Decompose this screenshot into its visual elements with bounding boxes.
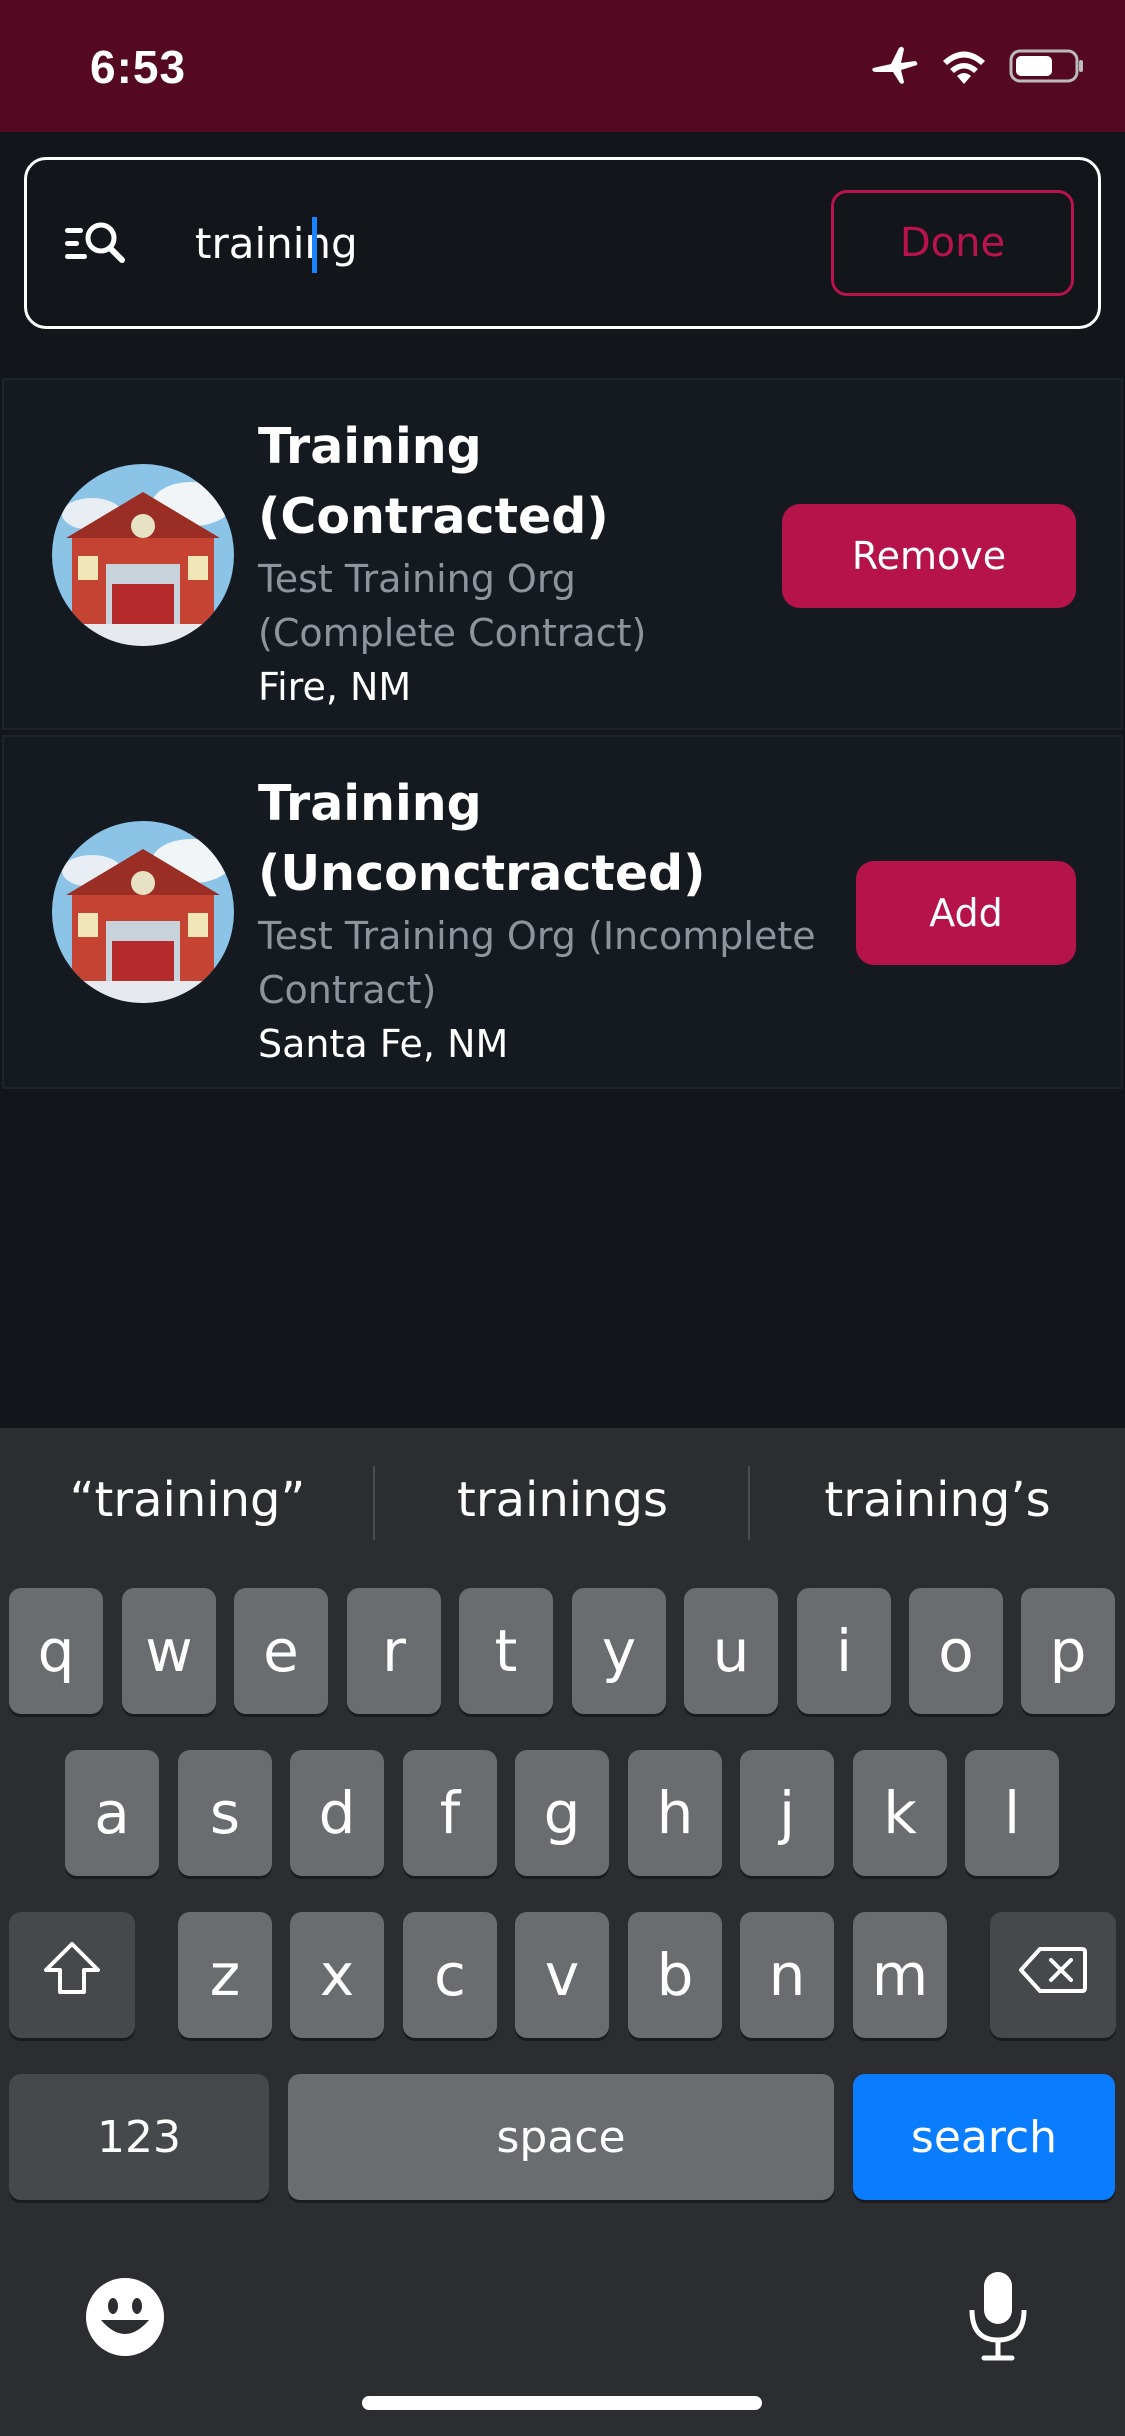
search-bar: Done [24, 157, 1101, 329]
suggestion-item[interactable]: “training” [0, 1472, 375, 1528]
result-text: Training (Unconctracted) Test Training O… [258, 769, 818, 1071]
key[interactable]: c [403, 1912, 497, 2038]
status-time: 6:53 [90, 41, 187, 93]
key[interactable]: r [347, 1588, 441, 1714]
result-location: Fire, NM [258, 665, 412, 709]
result-title: (Contracted) [258, 488, 609, 545]
keyboard: “training” trainings training’s q w e r … [0, 1428, 1125, 2436]
key[interactable]: o [909, 1588, 1003, 1714]
delete-key[interactable] [990, 1912, 1116, 2038]
shift-icon [42, 1940, 102, 2010]
result-location: Santa Fe, NM [258, 1022, 509, 1066]
search-input[interactable] [169, 160, 829, 326]
result-text: Training (Contracted) Test Training Org … [258, 412, 818, 714]
key[interactable]: t [459, 1588, 553, 1714]
microphone-icon[interactable] [966, 2270, 1030, 2367]
status-icons [871, 46, 1085, 91]
key[interactable]: a [65, 1750, 159, 1876]
wifi-icon [941, 48, 987, 89]
remove-button[interactable]: Remove [782, 504, 1076, 608]
text-caret [312, 217, 317, 273]
add-button[interactable]: Add [856, 861, 1076, 965]
key[interactable]: f [403, 1750, 497, 1876]
key[interactable]: s [178, 1750, 272, 1876]
result-title: (Unconctracted) [258, 845, 706, 902]
key[interactable]: y [572, 1588, 666, 1714]
suggestion-item[interactable]: trainings [375, 1472, 750, 1528]
key[interactable]: h [628, 1750, 722, 1876]
shift-key[interactable] [9, 1912, 135, 2038]
key[interactable]: w [122, 1588, 216, 1714]
result-row[interactable]: Training (Unconctracted) Test Training O… [2, 735, 1123, 1089]
backspace-icon [1018, 1941, 1088, 2009]
emoji-icon[interactable] [84, 2276, 166, 2363]
key[interactable]: g [515, 1750, 609, 1876]
key[interactable]: p [1021, 1588, 1115, 1714]
home-indicator[interactable] [362, 2396, 762, 2410]
key[interactable]: u [684, 1588, 778, 1714]
space-key[interactable]: space [288, 2074, 834, 2200]
numbers-key[interactable]: 123 [9, 2074, 269, 2200]
result-org: Test Training Org [258, 557, 576, 601]
key[interactable]: l [965, 1750, 1059, 1876]
key[interactable]: x [290, 1912, 384, 2038]
result-title: Training [258, 775, 482, 832]
key[interactable]: e [234, 1588, 328, 1714]
key[interactable]: n [740, 1912, 834, 2038]
key[interactable]: m [853, 1912, 947, 2038]
battery-icon [1009, 48, 1085, 89]
result-row[interactable]: Training (Contracted) Test Training Org … [2, 378, 1123, 730]
suggestion-item[interactable]: training’s [750, 1472, 1125, 1528]
result-org: Test Training Org (Incomplete [258, 914, 816, 958]
result-title: Training [258, 418, 482, 475]
key[interactable]: d [290, 1750, 384, 1876]
key[interactable]: i [797, 1588, 891, 1714]
search-key[interactable]: search [853, 2074, 1115, 2200]
key[interactable]: b [628, 1912, 722, 2038]
key[interactable]: k [853, 1750, 947, 1876]
key[interactable]: q [9, 1588, 103, 1714]
key[interactable]: v [515, 1912, 609, 2038]
fire-station-avatar [52, 464, 234, 646]
status-bar: 6:53 [0, 0, 1125, 132]
search-filter-icon [65, 220, 127, 271]
fire-station-avatar [52, 821, 234, 1003]
result-org: Contract) [258, 968, 437, 1012]
key[interactable]: j [740, 1750, 834, 1876]
suggestion-bar: “training” trainings training’s [0, 1428, 1125, 1578]
result-org: (Complete Contract) [258, 611, 647, 655]
key[interactable]: z [178, 1912, 272, 2038]
airplane-icon [871, 46, 919, 91]
done-button[interactable]: Done [831, 190, 1074, 296]
